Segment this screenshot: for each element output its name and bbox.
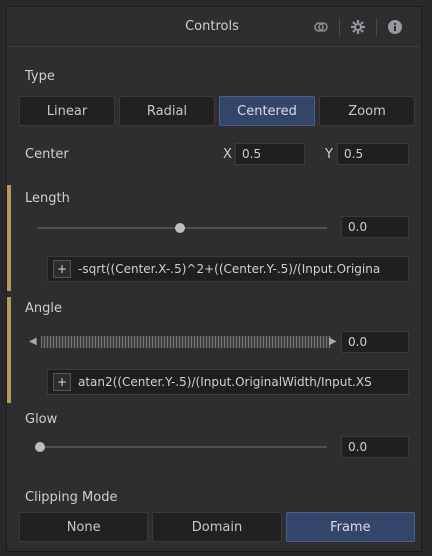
center-y-label: Y	[325, 147, 333, 162]
center-label: Center	[25, 147, 69, 162]
length-expression-field[interactable]: -sqrt((Center.X-.5)^2+((Center.Y-.5)/(In…	[47, 256, 409, 282]
length-value-input[interactable]: 0.0	[341, 216, 409, 238]
info-icon[interactable]	[383, 17, 407, 37]
type-option-radial[interactable]: Radial	[119, 96, 215, 126]
clipping-mode-label: Clipping Mode	[25, 490, 118, 505]
link-icon[interactable]	[309, 17, 333, 37]
clipping-option-domain[interactable]: Domain	[152, 512, 282, 542]
glow-slider-track[interactable]	[37, 446, 327, 448]
header-separator	[376, 18, 377, 36]
header-separator	[339, 18, 340, 36]
angle-accent-bar	[7, 297, 11, 403]
angle-thumbwheel[interactable]	[41, 336, 331, 348]
glow-label: Glow	[25, 412, 58, 427]
panel-header: Controls	[7, 7, 421, 47]
angle-expression-field[interactable]: atan2((Center.Y-.5)/(Input.OriginalWidth…	[47, 369, 409, 395]
gear-icon[interactable]	[346, 17, 370, 37]
center-y-input[interactable]: 0.5	[337, 143, 409, 165]
angle-label: Angle	[25, 301, 62, 316]
glow-slider-knob[interactable]	[35, 442, 45, 452]
clipping-mode-selector: None Domain Frame	[19, 512, 415, 542]
type-selector: Linear Radial Centered Zoom	[19, 96, 415, 126]
controls-panel: Controls Type Linear Radial Centered Zoo…	[6, 6, 422, 552]
length-label: Length	[25, 191, 70, 206]
angle-value-input[interactable]: 0.0	[341, 331, 409, 353]
angle-expression-plus-button[interactable]: +	[53, 373, 71, 391]
clipping-option-none[interactable]: None	[19, 512, 149, 542]
type-label: Type	[25, 69, 55, 84]
length-expression-text: -sqrt((Center.X-.5)^2+((Center.Y-.5)/(In…	[78, 262, 381, 276]
glow-value-input[interactable]: 0.0	[341, 436, 409, 458]
length-expression-plus-button[interactable]: +	[53, 260, 71, 278]
panel-title: Controls	[185, 19, 239, 34]
type-option-centered[interactable]: Centered	[219, 96, 315, 126]
clipping-option-frame[interactable]: Frame	[285, 512, 415, 542]
center-x-input[interactable]: 0.5	[235, 143, 305, 165]
header-icon-group	[309, 17, 407, 37]
length-slider-knob[interactable]	[175, 223, 185, 233]
center-x-label: X	[223, 147, 232, 162]
angle-left-arrow-icon[interactable]: ◀	[29, 336, 37, 347]
angle-expression-text: atan2((Center.Y-.5)/(Input.OriginalWidth…	[78, 375, 372, 389]
length-accent-bar	[7, 185, 11, 291]
type-option-zoom[interactable]: Zoom	[319, 96, 415, 126]
type-option-linear[interactable]: Linear	[19, 96, 115, 126]
angle-right-arrow-icon[interactable]: ▶	[329, 336, 337, 347]
